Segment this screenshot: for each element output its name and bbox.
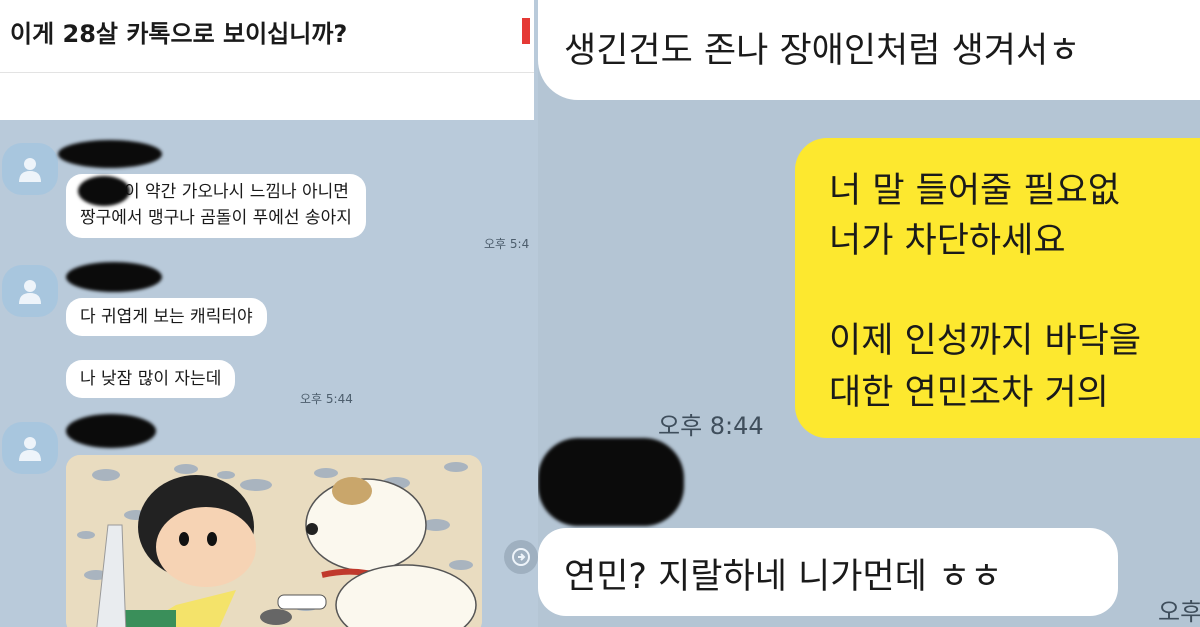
cartoon-image: [66, 455, 482, 627]
message-text: 연민? 지랄하네 니가먼데 ㅎㅎ: [564, 557, 1003, 597]
message-time: 오후 5:4: [484, 237, 530, 251]
message-line: 이제 인성까지 바닥을: [829, 321, 1142, 361]
message-bubble: 나 낮잠 많이 자는데: [66, 360, 236, 398]
message-line: 짱구에서 맹구나 곰돌이 푸에선 송아지: [80, 208, 352, 228]
message-bubble: 다 귀엽게 보는 캐릭터야: [66, 298, 267, 336]
message-bubble: 생긴건도 존나 장애인처럼 생겨서ㅎ: [538, 0, 1200, 100]
redacted-name-inline: [78, 176, 130, 206]
redacted-name: [538, 438, 684, 526]
message-bubble: 연민? 지랄하네 니가먼데 ㅎㅎ: [538, 528, 1118, 616]
share-icon: [512, 548, 530, 566]
avatar[interactable]: [2, 265, 58, 317]
person-icon: [19, 280, 41, 304]
post-title-bar: 이게 28살 카톡으로 보이십니까?: [0, 0, 534, 120]
share-button[interactable]: [504, 540, 538, 574]
message-text: 생긴건도 존나 장애인처럼 생겨서ㅎ: [564, 31, 1081, 71]
person-icon: [19, 158, 41, 182]
my-message-bubble: 너 말 들어줄 필요없 너가 차단하세요 이제 인성까지 바닥을 대한 연민조차…: [795, 138, 1200, 438]
avatar[interactable]: [2, 143, 58, 195]
redacted-name: [58, 140, 162, 168]
message-time: 오후 8:44: [658, 412, 764, 440]
message-line: 너 말 들어줄 필요없: [829, 171, 1120, 211]
left-chat-screenshot: 이게 28살 카톡으로 보이십니까? 이 약간 가오나시 느낌나 아니면 짱구에…: [0, 0, 538, 627]
image-message[interactable]: [66, 455, 482, 627]
divider: [0, 72, 534, 73]
message-line: 대한 연민조차 거의: [829, 373, 1109, 413]
message-time: 오후 5:44: [300, 392, 353, 406]
right-chat-screenshot: 생긴건도 존나 장애인처럼 생겨서ㅎ 너 말 들어줄 필요없 너가 차단하세요 …: [538, 0, 1200, 627]
redacted-name: [66, 262, 162, 292]
person-icon: [19, 437, 41, 461]
post-title: 이게 28살 카톡으로 보이십니까?: [10, 20, 348, 48]
message-line: 너가 차단하세요: [829, 221, 1066, 261]
avatar[interactable]: [2, 422, 58, 474]
redacted-name: [66, 414, 156, 448]
red-marker: [522, 18, 530, 44]
message-time: 오후: [1158, 598, 1200, 626]
